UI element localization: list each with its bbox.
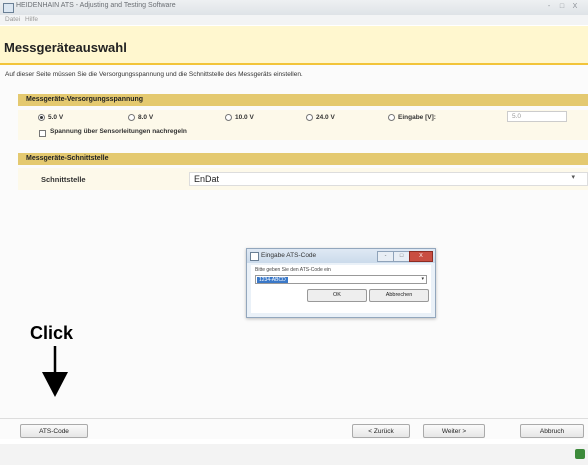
supply-voltage-row: 5.0 V 8.0 V 10.0 V 24.0 V Eingabe [V]: 5… (18, 110, 588, 126)
status-bar (0, 444, 588, 465)
header-divider (0, 63, 588, 65)
dialog-titlebar: Eingabe ATS-Code - □ X (247, 249, 435, 263)
page-title: Messgeräteauswahl (4, 40, 127, 55)
radio-10v-label: 10.0 V (235, 114, 254, 121)
menu-item-datei[interactable]: Datei (5, 16, 20, 23)
section-supply-title: Messgeräte-Versorgungsspannung (26, 96, 144, 103)
main-content: Messgeräteauswahl Auf dieser Seite müsse… (0, 26, 588, 465)
radio-8v-label: 8.0 V (138, 114, 154, 121)
app-icon (3, 3, 14, 13)
window-title: HEIDENHAIN ATS - Adjusting and Testing S… (16, 2, 176, 9)
menu-item-hilfe[interactable]: Hilfe (25, 16, 38, 23)
menu-bar: Datei Hilfe (0, 15, 588, 25)
cancel-button[interactable]: Abbruch (520, 424, 584, 438)
section-interface-title: Messgeräte-Schnittstelle (26, 155, 109, 162)
interface-label: Schnittstelle (41, 175, 86, 184)
dialog-prompt: Bitte geben Sie den ATS-Code ein (255, 267, 331, 273)
maximize-button[interactable]: □ (557, 2, 567, 12)
dialog-body: Bitte geben Sie den ATS-Code ein 1234-AB… (251, 265, 431, 313)
click-annotation: Click (30, 323, 74, 343)
voltage-input[interactable]: 5.0 (507, 111, 567, 122)
down-arrow-icon (42, 346, 68, 397)
radio-24v-label: 24.0 V (316, 114, 335, 121)
dialog-cancel-button[interactable]: Abbrechen (369, 289, 429, 302)
radio-5v-label: 5.0 V (48, 114, 64, 121)
instruction-text: Auf dieser Seite müssen Sie die Versorgu… (5, 71, 303, 78)
footer-divider (0, 418, 588, 419)
window-titlebar: HEIDENHAIN ATS - Adjusting and Testing S… (0, 0, 588, 16)
ats-code-value: 1234-ABCD (257, 277, 288, 283)
interface-row: Schnittstelle EnDat ▾ (18, 168, 588, 190)
ats-code-dialog: Eingabe ATS-Code - □ X Bitte geben Sie d… (246, 248, 436, 318)
sensor-checkbox-label: Spannung über Sensorleitungen nachregeln (50, 128, 187, 135)
radio-24v[interactable]: 24.0 V (306, 114, 335, 121)
dialog-minimize-button[interactable]: - (377, 251, 394, 262)
radio-checked-icon (38, 114, 45, 121)
radio-icon (128, 114, 135, 121)
next-button[interactable]: Weiter > (423, 424, 485, 438)
sensor-checkbox[interactable] (39, 130, 46, 137)
page-header: Messgeräteauswahl (0, 26, 588, 64)
status-icon (575, 449, 585, 459)
interface-select[interactable]: EnDat ▾ (189, 172, 588, 186)
radio-icon (388, 114, 395, 121)
section-supply-voltage: Messgeräte-Versorgungsspannung (18, 94, 588, 106)
dialog-close-button[interactable]: X (409, 251, 433, 262)
radio-custom-label: Eingabe [V]: (398, 114, 436, 121)
radio-icon (225, 114, 232, 121)
dialog-ok-button[interactable]: OK (307, 289, 367, 302)
ats-code-input[interactable]: 1234-ABCD ▾ (255, 275, 427, 284)
radio-10v[interactable]: 10.0 V (225, 114, 254, 121)
chevron-down-icon: ▾ (421, 276, 424, 282)
section-interface: Messgeräte-Schnittstelle (18, 153, 588, 165)
close-button[interactable]: X (570, 2, 580, 12)
sensor-checkbox-row: Spannung über Sensorleitungen nachregeln (18, 126, 588, 140)
interface-value: EnDat (194, 174, 220, 184)
minimize-button[interactable]: - (544, 2, 554, 12)
dialog-app-icon (250, 252, 259, 261)
dialog-title: Eingabe ATS-Code (261, 252, 317, 259)
chevron-down-icon: ▾ (571, 174, 575, 181)
radio-5v[interactable]: 5.0 V (38, 114, 63, 121)
radio-icon (306, 114, 313, 121)
ats-code-button[interactable]: ATS-Code (20, 424, 88, 438)
dialog-maximize-button[interactable]: □ (393, 251, 410, 262)
radio-custom-voltage[interactable]: Eingabe [V]: (388, 114, 436, 121)
back-button[interactable]: < Zurück (352, 424, 410, 438)
radio-8v[interactable]: 8.0 V (128, 114, 153, 121)
